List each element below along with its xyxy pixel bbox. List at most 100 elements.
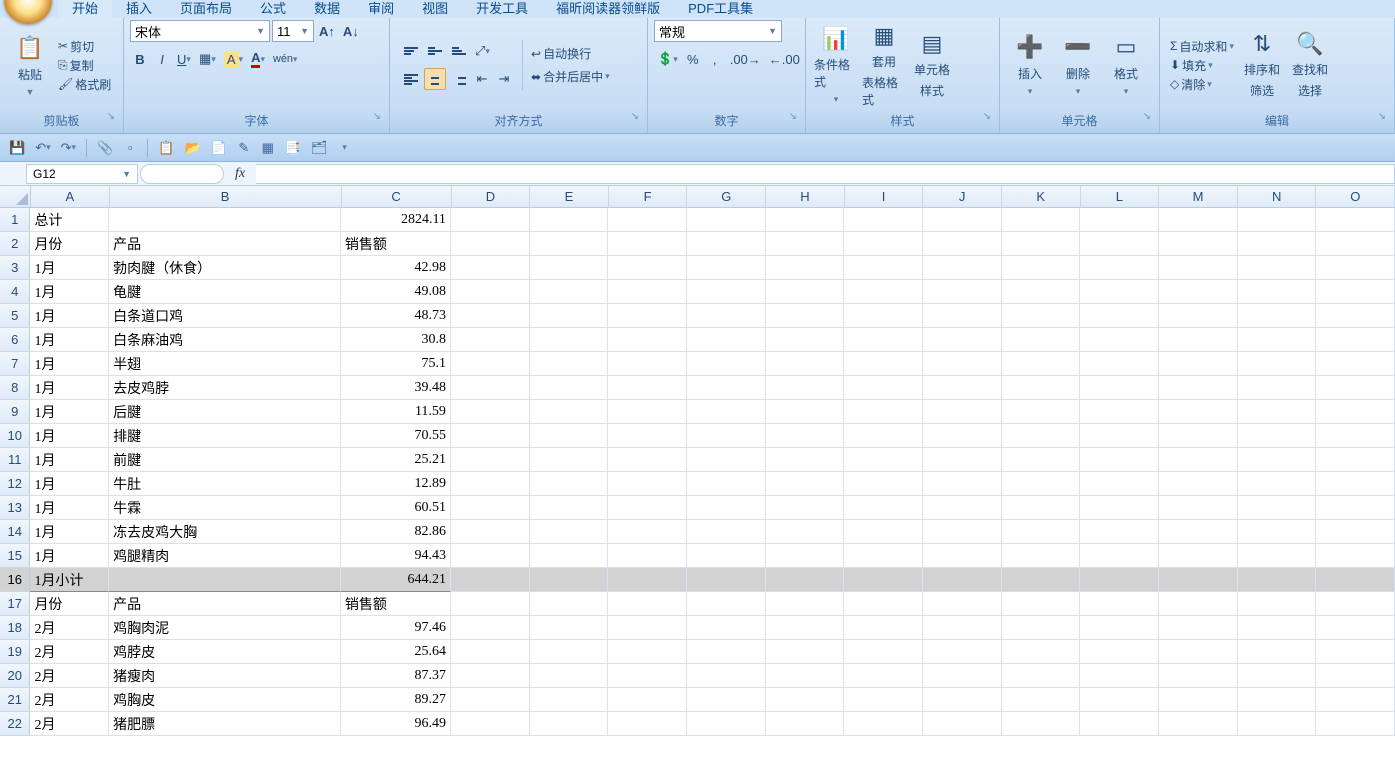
decrease-indent-button[interactable]: ⇤ — [472, 68, 492, 90]
cell[interactable]: 2月 — [30, 640, 109, 664]
cell[interactable] — [1316, 448, 1395, 472]
cell[interactable] — [530, 664, 609, 688]
cell[interactable] — [530, 256, 609, 280]
cell[interactable] — [1316, 208, 1395, 232]
cell[interactable] — [1316, 232, 1395, 256]
cell[interactable] — [451, 424, 530, 448]
cell[interactable] — [766, 352, 845, 376]
cell[interactable] — [687, 712, 766, 736]
cell[interactable] — [1002, 616, 1081, 640]
cell[interactable] — [687, 448, 766, 472]
col-header-K[interactable]: K — [1002, 186, 1081, 208]
cell[interactable] — [1159, 664, 1238, 688]
cell[interactable] — [1238, 592, 1317, 616]
cell[interactable] — [1002, 688, 1081, 712]
cell[interactable]: 70.55 — [341, 424, 451, 448]
cell[interactable] — [608, 232, 687, 256]
cell[interactable] — [844, 688, 923, 712]
cell[interactable] — [923, 328, 1002, 352]
cell[interactable]: 12.89 — [341, 472, 451, 496]
cell[interactable]: 39.48 — [341, 376, 451, 400]
cell[interactable]: 鸡胸肉泥 — [109, 616, 341, 640]
cell[interactable] — [687, 328, 766, 352]
cell[interactable] — [1159, 232, 1238, 256]
tab-home[interactable]: 开始 — [58, 0, 112, 18]
border-button[interactable]: ▦▾ — [196, 48, 219, 70]
cell[interactable] — [766, 472, 845, 496]
cell[interactable]: 42.98 — [341, 256, 451, 280]
cell[interactable] — [766, 496, 845, 520]
col-header-I[interactable]: I — [845, 186, 924, 208]
cell[interactable]: 1月 — [30, 352, 109, 376]
cell[interactable] — [844, 256, 923, 280]
cell[interactable]: 644.21 — [341, 568, 451, 592]
row-header[interactable]: 16 — [0, 568, 30, 592]
row-header[interactable]: 2 — [0, 232, 30, 256]
cell[interactable] — [1238, 256, 1317, 280]
cell[interactable] — [1159, 616, 1238, 640]
cell[interactable] — [1002, 400, 1081, 424]
cell[interactable] — [1316, 400, 1395, 424]
cell[interactable] — [687, 640, 766, 664]
tab-foxit[interactable]: 福昕阅读器领鲜版 — [542, 0, 674, 18]
cell[interactable] — [1080, 328, 1159, 352]
cell[interactable] — [1002, 256, 1081, 280]
cell[interactable]: 总计 — [30, 208, 109, 232]
cell[interactable] — [1002, 208, 1081, 232]
cell[interactable] — [1238, 208, 1317, 232]
cell[interactable] — [687, 376, 766, 400]
cell[interactable] — [923, 400, 1002, 424]
cut-button[interactable]: ✂剪切 — [58, 38, 111, 55]
cell[interactable]: 49.08 — [341, 280, 451, 304]
cell[interactable] — [923, 520, 1002, 544]
italic-button[interactable]: I — [152, 48, 172, 70]
row-header[interactable]: 21 — [0, 688, 30, 712]
cell[interactable]: 产品 — [109, 592, 341, 616]
row-header[interactable]: 15 — [0, 544, 30, 568]
cell[interactable] — [1238, 448, 1317, 472]
align-bottom-button[interactable] — [448, 40, 470, 62]
cell[interactable] — [608, 520, 687, 544]
cell[interactable] — [451, 592, 530, 616]
cell[interactable] — [687, 256, 766, 280]
cell[interactable] — [451, 256, 530, 280]
cell[interactable] — [608, 352, 687, 376]
cell[interactable] — [451, 712, 530, 736]
underline-button[interactable]: U▾ — [174, 48, 194, 70]
cell[interactable] — [844, 232, 923, 256]
cell[interactable] — [530, 328, 609, 352]
cell[interactable] — [1002, 376, 1081, 400]
cell[interactable] — [451, 664, 530, 688]
cell[interactable] — [923, 592, 1002, 616]
cell[interactable] — [1316, 592, 1395, 616]
format-cells-button[interactable]: ▭格式▾ — [1102, 31, 1150, 99]
cell[interactable] — [451, 688, 530, 712]
cell[interactable] — [608, 640, 687, 664]
cell[interactable] — [766, 592, 845, 616]
cell[interactable]: 销售额 — [341, 232, 451, 256]
cell[interactable]: 82.86 — [341, 520, 451, 544]
cell[interactable] — [1159, 352, 1238, 376]
find-select-button[interactable]: 🔍查找和选择 — [1286, 31, 1334, 99]
cell[interactable] — [923, 376, 1002, 400]
cell[interactable]: 猪肥膘 — [109, 712, 341, 736]
cell[interactable]: 1月小计 — [30, 568, 109, 592]
cell[interactable] — [530, 208, 609, 232]
cell[interactable] — [1238, 616, 1317, 640]
cell[interactable] — [687, 520, 766, 544]
cell[interactable] — [1159, 256, 1238, 280]
cell[interactable] — [451, 400, 530, 424]
cell[interactable] — [530, 448, 609, 472]
select-all-corner[interactable] — [0, 186, 31, 208]
row-header[interactable]: 7 — [0, 352, 30, 376]
formula-input[interactable] — [256, 164, 1395, 184]
cell[interactable] — [687, 664, 766, 688]
cell[interactable] — [1316, 472, 1395, 496]
cell[interactable] — [844, 304, 923, 328]
cell[interactable]: 牛霖 — [109, 496, 341, 520]
cell[interactable] — [687, 688, 766, 712]
cell[interactable] — [1159, 568, 1238, 592]
cell[interactable] — [608, 688, 687, 712]
autosum-button[interactable]: Σ自动求和▾ — [1170, 38, 1234, 55]
cell[interactable] — [1159, 544, 1238, 568]
